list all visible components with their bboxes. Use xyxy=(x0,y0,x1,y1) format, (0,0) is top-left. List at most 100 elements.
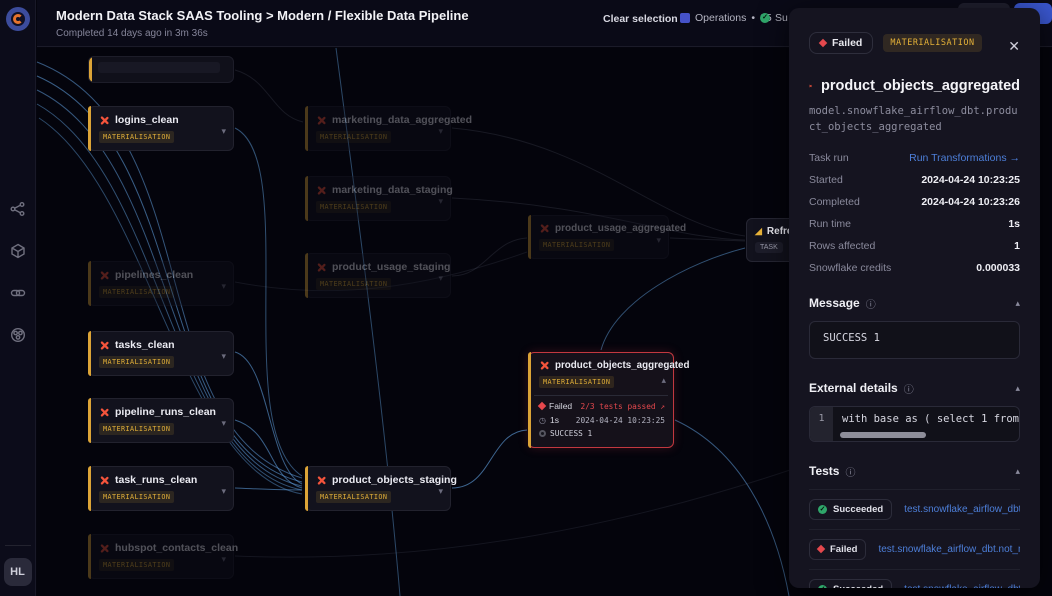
info-icon[interactable]: ⓘ xyxy=(866,296,876,311)
clear-selection-button[interactable]: Clear selection xyxy=(603,13,678,25)
node-title: product_objects_staging xyxy=(332,474,457,486)
node-title: product_usage_aggregated xyxy=(555,223,686,234)
detail-label: Completed xyxy=(809,196,860,208)
detail-value: 2024-04-24 10:23:25 xyxy=(921,174,1020,186)
succeeded-check-icon: ✓ xyxy=(818,505,827,514)
node-product-objects-staging[interactable]: product_objects_staging ▾ MATERIALISATIO… xyxy=(305,466,451,511)
succeeded-counter[interactable]: ✓ Su xyxy=(760,12,788,24)
chevron-down-icon[interactable]: ▾ xyxy=(221,281,226,292)
tests-summary-link[interactable]: 2/3 tests passed ↗ xyxy=(581,402,666,411)
detail-value: 0.000033 xyxy=(976,262,1020,274)
succeeded-label: Su xyxy=(775,12,788,24)
operations-separator: • xyxy=(751,12,755,24)
app-logo-icon[interactable] xyxy=(6,7,30,31)
detail-value: 1s xyxy=(1008,218,1020,230)
chevron-down-icon[interactable]: ▾ xyxy=(656,235,661,246)
sql-code-viewer[interactable]: 1 with base as ( select 1 from SNOWFLAKE xyxy=(809,406,1020,442)
node-title: marketing_data_staging xyxy=(332,184,453,196)
section-title: External details xyxy=(809,381,898,395)
test-link[interactable]: test.snowflake_airflow_dbt.unique_pro xyxy=(904,504,1020,515)
chevron-down-icon[interactable]: ▾ xyxy=(438,126,443,137)
dbt-icon xyxy=(539,223,550,234)
chevron-down-icon[interactable]: ▾ xyxy=(221,126,226,137)
test-row: Failed test.snowflake_airflow_dbt.not_nu… xyxy=(809,529,1020,569)
breadcrumb[interactable]: Modern Data Stack SAAS Tooling > Modern … xyxy=(56,8,469,23)
test-link[interactable]: test.snowflake_airflow_dbt.not_null_pr xyxy=(878,544,1020,555)
test-status-badge: ✓ Succeeded xyxy=(809,579,892,588)
materialisation-badge: MATERIALISATION xyxy=(316,131,391,143)
chevron-down-icon[interactable]: ▾ xyxy=(221,486,226,497)
node-pipelines-clean[interactable]: pipelines_clean ▾ MATERIALISATION xyxy=(88,261,234,306)
divider xyxy=(534,395,668,396)
test-row: ✓ Succeeded test.snowflake_airflow_dbt.u… xyxy=(809,489,1020,529)
divider xyxy=(5,545,31,546)
node-partial-top[interactable] xyxy=(88,56,234,83)
dbt-icon xyxy=(316,475,327,486)
node-product-usage-aggregated[interactable]: product_usage_aggregated ▾ MATERIALISATI… xyxy=(528,215,669,259)
external-details-section: External details ⓘ ▴ 1 with base as ( se… xyxy=(809,381,1020,442)
code-line-number: 1 xyxy=(810,407,833,441)
node-tasks-clean[interactable]: tasks_clean ▾ MATERIALISATION xyxy=(88,331,234,376)
test-link[interactable]: test.snowflake_airflow_dbt.not_null_pr xyxy=(904,584,1020,588)
chevron-down-icon[interactable]: ▾ xyxy=(438,486,443,497)
collapse-up-icon[interactable]: ▴ xyxy=(1015,298,1020,309)
node-runtime: 1s xyxy=(550,415,559,425)
node-title: marketing_data_aggregated xyxy=(332,114,472,126)
info-icon[interactable]: ⓘ xyxy=(845,464,855,479)
operations-counter[interactable]: Operations • 35 xyxy=(680,12,772,24)
node-marketing-data-staging[interactable]: marketing_data_staging ▾ MATERIALISATION xyxy=(305,176,451,221)
chevron-down-icon[interactable]: ▾ xyxy=(221,351,226,362)
failed-status-icon xyxy=(817,545,825,553)
lineage-graph-icon[interactable] xyxy=(10,201,26,217)
node-hubspot-contacts-clean[interactable]: hubspot_contacts_clean ▾ MATERIALISATION xyxy=(88,534,234,579)
detail-row-task-run: Task run Run Transformations → xyxy=(809,152,1020,164)
user-avatar[interactable]: HL xyxy=(4,558,32,586)
node-task-runs-clean[interactable]: task_runs_clean ▾ MATERIALISATION xyxy=(88,466,234,511)
detail-row-started: Started 2024-04-24 10:23:25 xyxy=(809,174,1020,186)
test-status-badge: Failed xyxy=(809,539,866,560)
node-pipeline-runs-clean[interactable]: pipeline_runs_clean ▾ MATERIALISATION xyxy=(88,398,234,443)
materialisation-badge: MATERIALISATION xyxy=(883,34,981,52)
materialisation-badge: MATERIALISATION xyxy=(99,423,174,435)
failed-status-icon xyxy=(819,39,827,47)
operations-icon xyxy=(680,13,690,23)
section-title: Message xyxy=(809,296,860,310)
dbt-icon xyxy=(316,115,327,126)
cube-icon[interactable] xyxy=(10,243,26,259)
dbt-icon xyxy=(316,185,327,196)
chevron-down-icon[interactable]: ▾ xyxy=(221,418,226,429)
link-icon[interactable] xyxy=(10,285,26,301)
chevron-down-icon[interactable]: ▾ xyxy=(438,196,443,207)
node-marketing-data-aggregated[interactable]: marketing_data_aggregated ▾ MATERIALISAT… xyxy=(305,106,451,151)
dbt-icon xyxy=(99,270,110,281)
run-details: Task run Run Transformations → Started 2… xyxy=(809,152,1020,274)
node-logins-clean[interactable]: logins_clean ▾ MATERIALISATION xyxy=(88,106,234,151)
info-icon[interactable]: ⓘ xyxy=(904,381,914,396)
horizontal-scrollbar[interactable] xyxy=(840,432,926,438)
collapse-up-icon[interactable]: ▴ xyxy=(1015,383,1020,394)
chevron-down-icon[interactable]: ▾ xyxy=(221,554,226,565)
node-product-objects-aggregated-selected[interactable]: product_objects_aggregated ▴ MATERIALISA… xyxy=(528,352,674,448)
collapse-up-icon[interactable]: ▴ xyxy=(661,375,666,386)
integrations-icon[interactable] xyxy=(10,327,26,343)
node-product-usage-staging[interactable]: product_usage_staging ▾ MATERIALISATION xyxy=(305,253,451,298)
materialisation-badge: MATERIALISATION xyxy=(316,278,391,290)
node-title: pipelines_clean xyxy=(115,269,193,281)
collapse-up-icon[interactable]: ▴ xyxy=(1015,466,1020,477)
test-status-badge: ✓ Succeeded xyxy=(809,499,892,520)
node-status-label: Failed xyxy=(549,401,572,411)
materialisation-badge: MATERIALISATION xyxy=(99,131,174,143)
node-title: logins_clean xyxy=(115,114,179,126)
detail-label: Run time xyxy=(809,218,851,230)
materialisation-badge: MATERIALISATION xyxy=(539,239,614,251)
materialisation-badge: MATERIALISATION xyxy=(99,356,174,368)
task-badge: TASK xyxy=(755,242,783,253)
chevron-down-icon[interactable]: ▾ xyxy=(438,273,443,284)
status-badge: Failed xyxy=(809,32,873,54)
dbt-icon xyxy=(99,407,110,418)
close-icon[interactable]: ✕ xyxy=(1008,38,1020,55)
detail-label: Snowflake credits xyxy=(809,262,891,274)
clock-icon: ◷ xyxy=(539,416,546,425)
dbt-icon xyxy=(99,340,110,351)
task-run-link[interactable]: Run Transformations → xyxy=(909,152,1020,164)
